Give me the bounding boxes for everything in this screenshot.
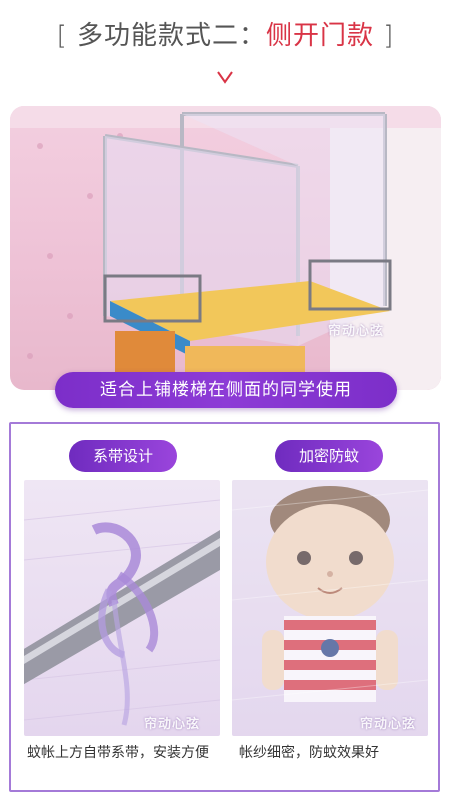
- watermark: 帘动心弦: [328, 324, 385, 339]
- hero-banner: 适合上铺楼梯在侧面的同学使用: [55, 372, 397, 408]
- title-plain: 多功能款式二：: [67, 21, 266, 51]
- bracket-open: [: [56, 21, 68, 51]
- bed-illustration: [10, 106, 441, 390]
- chevron-down-icon: [217, 71, 233, 84]
- feature-photo-dense: 帘动心弦: [232, 480, 428, 736]
- feature-photo-tie: 帘动心弦: [24, 480, 220, 736]
- tie-illustration: [24, 499, 220, 726]
- feature-label-dense: 加密防蚊: [275, 440, 383, 472]
- doll-illustration: [232, 480, 428, 736]
- feature-caption-tie: 蚊帐上方自带系带，安装方便: [27, 745, 209, 761]
- watermark: 帘动心弦: [360, 717, 417, 732]
- feature-label-tie: 系带设计: [69, 440, 177, 472]
- title-accent: 侧开门款: [265, 21, 374, 51]
- section-title: [ 多功能款式二：侧开门款 ]: [0, 14, 451, 58]
- hero-photo: 帘动心弦: [10, 106, 441, 390]
- bracket-close: ]: [374, 21, 395, 51]
- watermark: 帘动心弦: [144, 717, 201, 732]
- feature-caption-dense: 帐纱细密，防蚊效果好: [239, 745, 379, 761]
